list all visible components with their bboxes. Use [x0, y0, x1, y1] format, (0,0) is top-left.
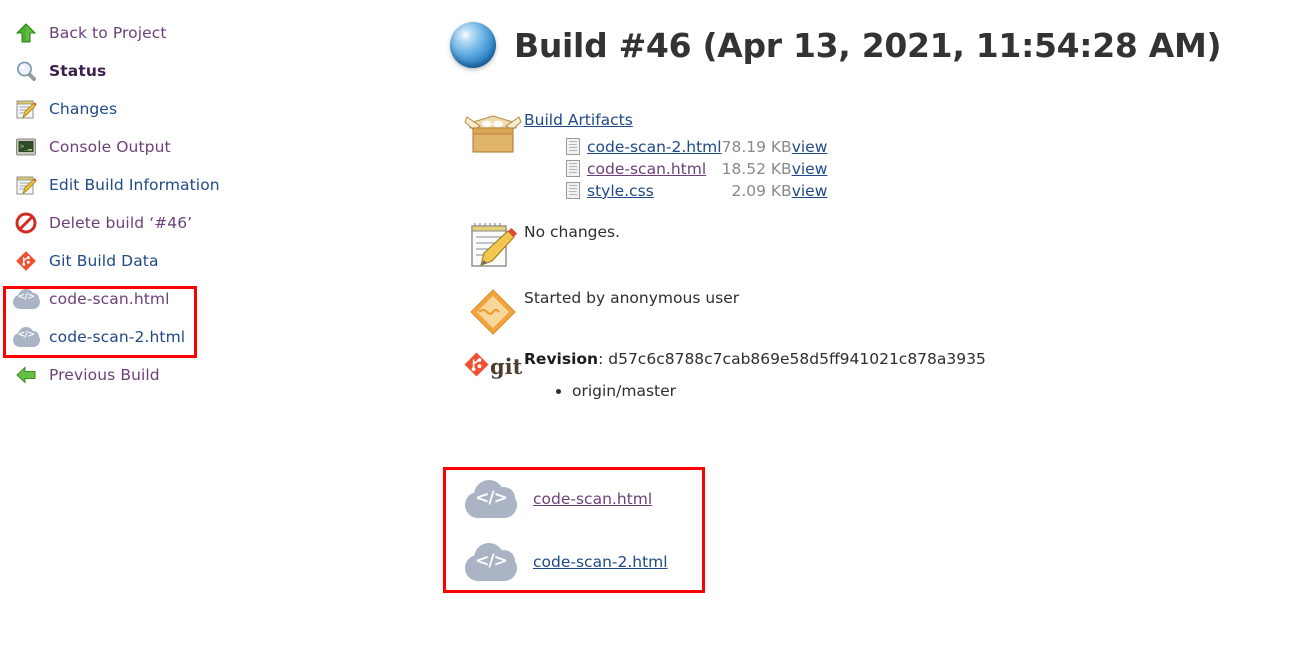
document-icon — [566, 160, 580, 177]
git-revision: Revision: d57c6c8788c7cab869e58d5ff94102… — [524, 350, 986, 368]
sidebar-item-label: Edit Build Information — [49, 176, 220, 194]
changes-row: No changes. — [462, 220, 1302, 272]
package-box-icon — [462, 108, 524, 160]
notepad-pencil-icon — [14, 173, 38, 197]
cloud-code-icon: </> — [12, 325, 40, 349]
sidebar-item-label: Previous Build — [49, 366, 160, 384]
published-report-item[interactable]: </> code-scan.html — [443, 467, 705, 530]
artifact-name-link[interactable]: style.css — [587, 182, 654, 200]
no-entry-icon — [14, 211, 38, 235]
artifacts-row: Build Artifacts code-scan-2.html 78.19 K… — [462, 108, 1302, 202]
sidebar-item-code-scan-2-html[interactable]: </> code-scan-2.html — [0, 318, 240, 356]
published-report-item[interactable]: </> code-scan-2.html — [443, 530, 705, 593]
sidebar-item-label: Changes — [49, 100, 118, 118]
orange-diamond-icon — [462, 286, 524, 338]
artifact-size: 18.52 KB — [721, 160, 792, 178]
sidebar-item-code-scan-html[interactable]: </> code-scan.html — [0, 280, 240, 318]
sidebar-item-changes[interactable]: Changes — [0, 90, 240, 128]
build-cause-row: Started by anonymous user — [462, 286, 1302, 338]
artifact-view-link[interactable]: view — [792, 160, 828, 178]
build-title-text: Build #46 (Apr 13, 2021, 11:54:28 AM) — [514, 25, 1222, 65]
artifact-name-link[interactable]: code-scan.html — [587, 160, 706, 178]
sidebar-item-label: Git Build Data — [49, 252, 159, 270]
sidebar-item-label: Status — [49, 62, 107, 80]
sidebar-item-git-build-data[interactable]: Git Build Data — [0, 242, 240, 280]
page-title: Build #46 (Apr 13, 2021, 11:54:28 AM) — [450, 22, 1302, 68]
artifact-view-link[interactable]: view — [792, 138, 828, 156]
sidebar-item-back-to-project[interactable]: Back to Project — [0, 14, 240, 52]
sidebar-item-label: Console Output — [49, 138, 171, 156]
svg-text:git: git — [490, 354, 523, 379]
cloud-code-icon: </> — [465, 479, 517, 518]
list-item: origin/master — [572, 382, 986, 400]
notepad-pencil-icon — [462, 220, 524, 272]
changes-text: No changes. — [524, 223, 621, 241]
artifact-view-link[interactable]: view — [792, 182, 828, 200]
published-reports-block: </> code-scan.html </> code-scan-2.html — [443, 467, 705, 593]
artifact-name-link[interactable]: code-scan-2.html — [587, 138, 722, 156]
build-cause-text: Started by anonymous user — [524, 289, 740, 307]
left-arrow-icon — [14, 363, 38, 387]
main-content: Build #46 (Apr 13, 2021, 11:54:28 AM) Bu… — [448, 0, 1302, 400]
notepad-pencil-icon — [14, 97, 38, 121]
build-artifacts-link[interactable]: Build Artifacts — [524, 111, 633, 129]
sidebar: Back to Project Status Changes >_ Consol… — [0, 14, 240, 394]
blue-ball-icon — [450, 22, 496, 68]
artifact-size: 2.09 KB — [731, 182, 792, 200]
build-page: Back to Project Status Changes >_ Consol… — [0, 0, 1302, 646]
build-summary-rows: Build Artifacts code-scan-2.html 78.19 K… — [462, 108, 1302, 400]
magnifier-icon — [14, 59, 38, 83]
sidebar-item-label: Delete build ‘#46’ — [49, 214, 193, 232]
git-row: git Revision: d57c6c8788c7cab869e58d5ff9… — [462, 348, 1302, 400]
document-icon — [566, 138, 580, 155]
git-logo-icon: git — [462, 348, 524, 388]
terminal-icon: >_ — [14, 135, 38, 159]
revision-hash: d57c6c8788c7cab869e58d5ff941021c878a3935 — [608, 350, 986, 368]
sidebar-item-previous-build[interactable]: Previous Build — [0, 356, 240, 394]
sidebar-item-label: code-scan-2.html — [49, 328, 186, 346]
table-row: code-scan-2.html 78.19 KB view — [566, 136, 827, 158]
artifact-size: 78.19 KB — [721, 138, 792, 156]
sidebar-item-label: code-scan.html — [49, 290, 170, 308]
revision-separator: : — [598, 350, 609, 368]
svg-text:>_: >_ — [20, 143, 29, 151]
sidebar-item-status[interactable]: Status — [0, 52, 240, 90]
git-branch-list: origin/master — [552, 382, 986, 400]
sidebar-item-delete-build[interactable]: Delete build ‘#46’ — [0, 204, 240, 242]
document-icon — [566, 182, 580, 199]
artifacts-table: code-scan-2.html 78.19 KB view code-scan… — [566, 136, 827, 202]
up-arrow-icon — [14, 21, 38, 45]
cloud-code-icon: </> — [12, 287, 40, 311]
sidebar-item-edit-build-information[interactable]: Edit Build Information — [0, 166, 240, 204]
table-row: code-scan.html 18.52 KB view — [566, 158, 827, 180]
cloud-code-icon: </> — [465, 542, 517, 581]
table-row: style.css 2.09 KB view — [566, 180, 827, 202]
published-report-link[interactable]: code-scan.html — [533, 490, 652, 508]
sidebar-item-console-output[interactable]: >_ Console Output — [0, 128, 240, 166]
git-diamond-icon — [14, 249, 38, 273]
sidebar-item-label: Back to Project — [49, 24, 167, 42]
revision-label: Revision — [524, 350, 599, 368]
published-report-link[interactable]: code-scan-2.html — [533, 553, 668, 571]
